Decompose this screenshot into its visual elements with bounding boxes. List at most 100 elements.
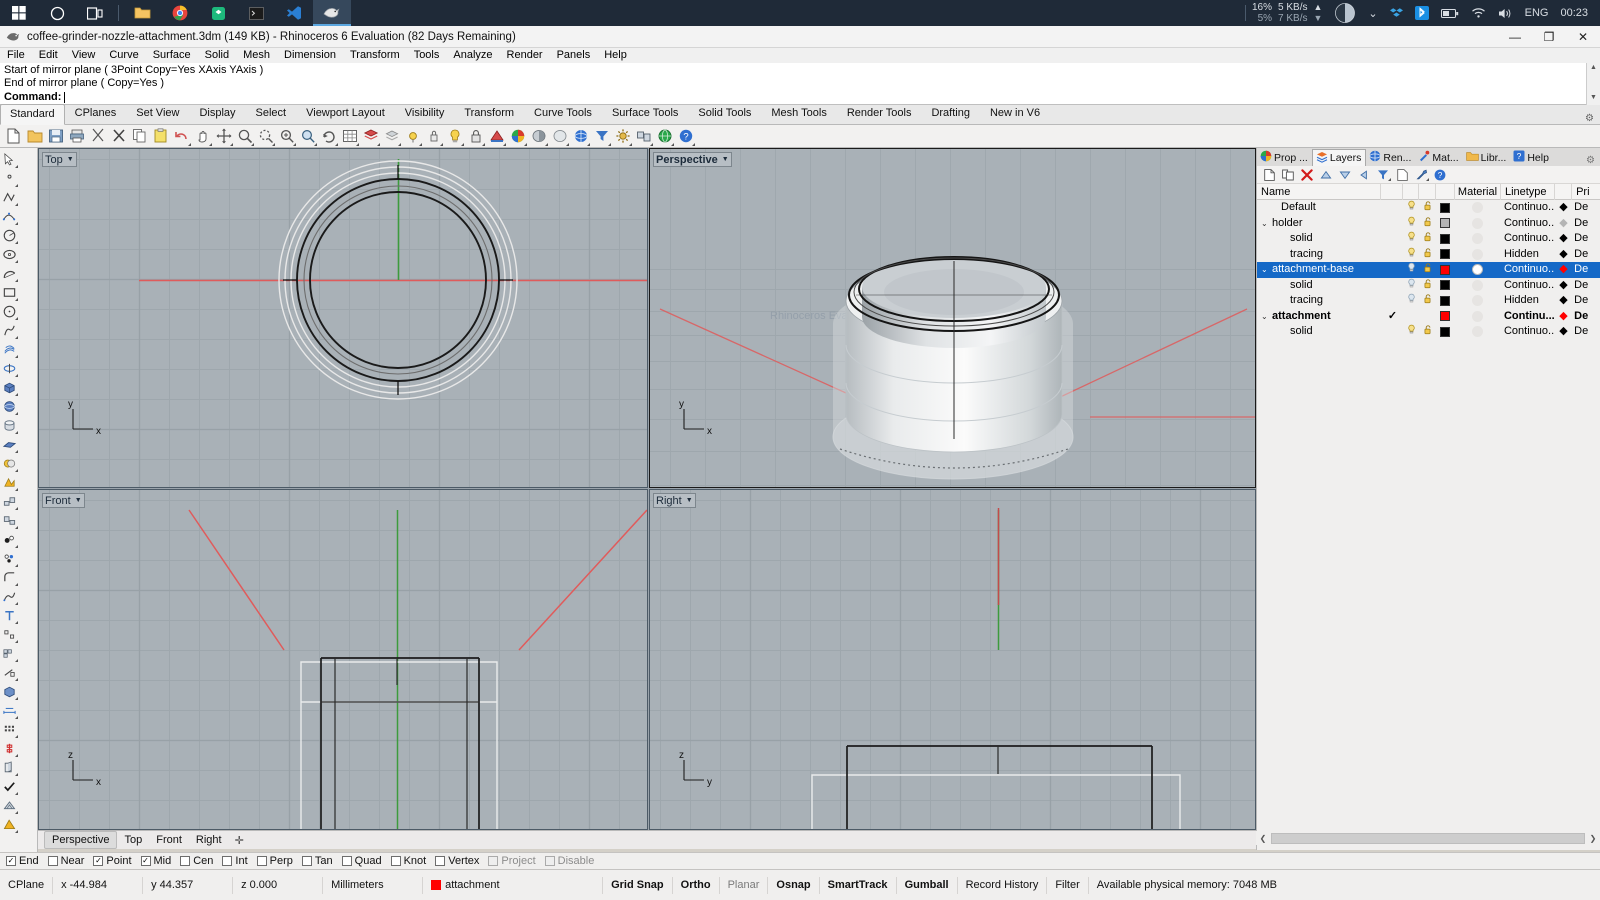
clock[interactable]: 00:23 (1554, 7, 1594, 19)
layer-linetype[interactable]: Continuo... (1501, 324, 1555, 340)
globe-render-icon[interactable] (654, 126, 675, 147)
panel-options-gear-icon[interactable]: ⚙ (1581, 155, 1600, 166)
menu-render[interactable]: Render (500, 48, 550, 63)
layer-color-swatch[interactable] (1436, 324, 1455, 340)
layer-lock-icon[interactable] (1419, 200, 1435, 216)
layer-color-swatch[interactable] (1436, 262, 1455, 278)
tab-display[interactable]: Display (189, 103, 245, 124)
help-icon[interactable]: ? (675, 126, 696, 147)
layer-color-swatch[interactable] (1436, 293, 1455, 309)
plane-surface-icon[interactable] (0, 435, 19, 454)
osnap-int[interactable]: Int (222, 855, 248, 867)
layer-material-swatch[interactable] (1455, 309, 1501, 325)
tab-set-view[interactable]: Set View (126, 103, 189, 124)
layer-color-swatch[interactable] (1436, 278, 1455, 294)
layer-print-width[interactable]: De (1572, 200, 1600, 216)
column-header-name[interactable]: Name (1257, 183, 1382, 200)
blend-icon[interactable] (0, 587, 19, 606)
menu-help[interactable]: Help (597, 48, 634, 63)
layer-lock-icon[interactable] (1419, 262, 1435, 278)
chain-icon[interactable] (0, 739, 19, 758)
viewport-perspective[interactable]: Rhinoceros Evaluation y x Perspective ▼ (649, 148, 1256, 488)
zoom-window-icon[interactable] (234, 126, 255, 147)
toggle-gumball[interactable]: Gumball (897, 876, 958, 894)
menu-file[interactable]: File (0, 48, 32, 63)
layer-print-color-swatch[interactable]: ◆ (1555, 200, 1572, 216)
column-header-material[interactable]: Material (1455, 183, 1501, 200)
curve-interp-icon[interactable] (0, 207, 19, 226)
menu-mesh[interactable]: Mesh (236, 48, 277, 63)
new-layer-icon[interactable] (1260, 166, 1278, 183)
layer-tools-icon[interactable] (1412, 166, 1430, 183)
osnap-near[interactable]: Near (47, 855, 84, 867)
select-filter-icon[interactable] (591, 126, 612, 147)
osnap-end[interactable]: ✓ End (6, 855, 39, 867)
circle-icon[interactable] (0, 226, 19, 245)
current-layer-check[interactable] (1382, 293, 1403, 309)
panel-tab-libraries[interactable]: Libr... (1463, 149, 1511, 166)
rectangle-icon[interactable] (0, 283, 19, 302)
panel-tab-layers[interactable]: Layers (1311, 149, 1367, 166)
battery-icon[interactable] (1435, 8, 1465, 19)
rotate-view-icon[interactable] (318, 126, 339, 147)
osnap-cen[interactable]: Cen (180, 855, 213, 867)
maximize-button[interactable]: ❐ (1532, 26, 1566, 48)
scroll-left-arrow-icon[interactable]: ❮ (1256, 834, 1270, 843)
layer-row-tracing[interactable]: tracing Hidden ◆ De (1257, 247, 1600, 263)
layer-material-swatch[interactable] (1455, 200, 1501, 216)
layer-linetype[interactable]: Hidden (1501, 247, 1555, 263)
panel-horizontal-scrollbar[interactable]: ❮ ❯ (1256, 831, 1600, 845)
freeform-curve-icon[interactable] (0, 321, 19, 340)
layer-print-width[interactable]: De (1572, 293, 1600, 309)
copy-icon[interactable] (129, 126, 150, 147)
layer-visibility-bulb-icon[interactable] (1403, 231, 1419, 247)
layer-print-color-swatch[interactable]: ◆ (1555, 309, 1572, 325)
osnap-project[interactable]: Project (488, 855, 536, 867)
fillet-icon[interactable] (0, 568, 19, 587)
panel-tab-rendering[interactable]: Ren... (1366, 149, 1415, 166)
layer-help-icon[interactable]: ? (1431, 166, 1449, 183)
layer-print-color-swatch[interactable]: ◆ (1555, 278, 1572, 294)
trim-icon[interactable] (0, 663, 19, 682)
bluetooth-icon[interactable] (1409, 6, 1435, 20)
options-gear-icon[interactable] (612, 126, 633, 147)
layer-lock-icon[interactable] (1419, 278, 1435, 294)
tab-standard[interactable]: Standard (0, 104, 65, 125)
current-layer-indicator[interactable]: attachment (423, 876, 604, 894)
osnap-disable[interactable]: Disable (544, 855, 594, 867)
language-indicator[interactable]: ENG (1519, 7, 1555, 19)
layer-row-Default[interactable]: Default Continuo... ◆ De (1257, 200, 1600, 216)
layer-linetype[interactable]: Continuo... (1501, 278, 1555, 294)
layer-visibility-bulb-icon[interactable] (1403, 247, 1419, 263)
toolbar-options-gear-icon[interactable]: ⚙ (1585, 113, 1600, 124)
expander-collapse-icon[interactable]: ⌄ (1261, 309, 1272, 325)
tab-new-in-v6[interactable]: New in V6 (980, 103, 1050, 124)
new-file-icon[interactable] (3, 126, 24, 147)
undo-icon[interactable] (171, 126, 192, 147)
layer-linetype[interactable]: Continuo... (1501, 200, 1555, 216)
layer-print-width[interactable]: De (1572, 262, 1600, 278)
checkbox-perp[interactable] (256, 856, 267, 866)
osnap-tan[interactable]: Tan (301, 855, 333, 867)
box-icon[interactable] (0, 378, 19, 397)
zoom-selected-icon[interactable] (276, 126, 297, 147)
osnap-point[interactable]: ✓ Point (93, 855, 132, 867)
tab-cplanes[interactable]: CPlanes (65, 103, 127, 124)
lights-icon[interactable] (444, 126, 465, 147)
layer-row-solid[interactable]: solid Continuo... ◆ De (1257, 231, 1600, 247)
panel-tab-materials[interactable]: Mat... (1415, 149, 1462, 166)
chevron-down-icon[interactable]: ▼ (722, 156, 729, 163)
cut-icon[interactable] (87, 126, 108, 147)
layer-row-attachment-base[interactable]: ⌄ attachment-base Continuo... ◆ De (1257, 262, 1600, 278)
copy-layer-icon[interactable] (1393, 166, 1411, 183)
move-layer-up-icon[interactable] (1317, 166, 1335, 183)
chevron-down-icon[interactable]: ▼ (75, 497, 82, 504)
viewport-top-label[interactable]: Top ▼ (42, 152, 77, 167)
osnap-quad[interactable]: Quad (341, 855, 382, 867)
disk-gauge-icon[interactable] (1328, 2, 1362, 24)
scroll-down-arrow-icon[interactable]: ▼ (1587, 93, 1600, 103)
surface-revolve-icon[interactable] (0, 359, 19, 378)
circle-center-icon[interactable] (0, 302, 19, 321)
layer-row-attachment[interactable]: ⌄ attachment ✓ Continu... ◆ De (1257, 309, 1600, 325)
array-icon[interactable] (0, 625, 19, 644)
